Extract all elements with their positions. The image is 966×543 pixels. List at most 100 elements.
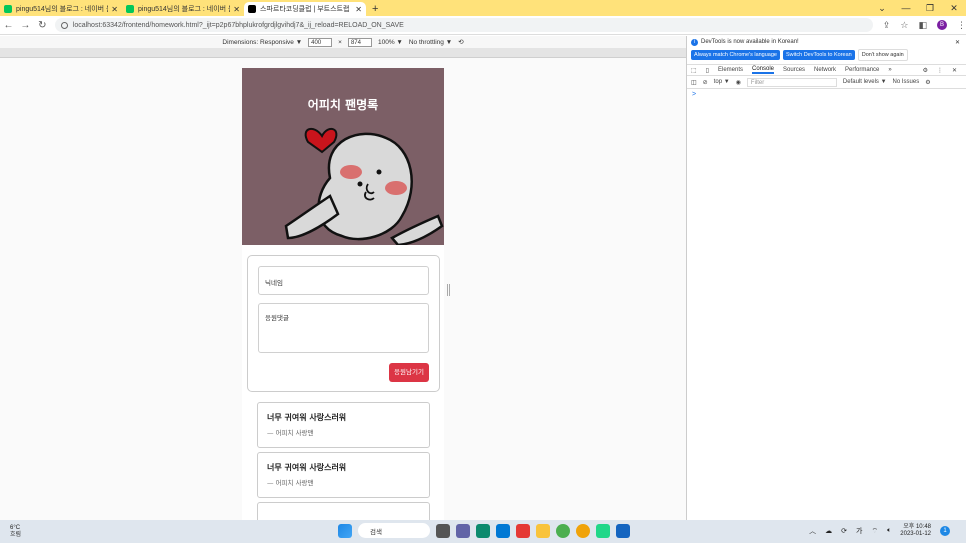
switch-korean-button[interactable]: Switch DevTools to Korean — [782, 50, 855, 60]
close-window-icon[interactable]: ✕ — [942, 3, 966, 14]
emulated-viewport: 어피치 팬명록 닉네임 응원댓글 응원남기기 너무 귀여워 사랑스러워 — 어피… — [242, 68, 444, 520]
menu-icon[interactable]: ⋮ — [937, 67, 943, 74]
reload-icon[interactable]: ↻ — [34, 20, 51, 31]
issues-button[interactable]: No Issues — [893, 79, 920, 85]
levels-select[interactable]: Default levels ▼ — [843, 79, 887, 85]
volume-icon[interactable]: 🔈︎ — [887, 527, 891, 535]
cloud-icon[interactable]: ☁ — [825, 527, 832, 535]
clock[interactable]: 오후 10:48 2023-01-12 — [900, 524, 931, 538]
context-select[interactable]: top ▼ — [714, 79, 730, 85]
sparta-favicon-icon — [248, 5, 256, 13]
filter-input[interactable]: Filter — [746, 77, 837, 87]
sync-icon[interactable]: ⟳ — [841, 527, 847, 535]
tab-console[interactable]: Console — [752, 66, 775, 74]
browser-tab-strip: pingu514님의 블로그 : 네이버 블 ✕ pingu514님의 블로그 … — [0, 0, 966, 16]
task-view-icon[interactable] — [436, 523, 450, 538]
devtools-tabs: ⬚ ▯ Elements Console Sources Network Per… — [687, 64, 966, 76]
close-icon[interactable]: ✕ — [355, 5, 362, 14]
zoom-select[interactable]: 100% ▼ — [378, 39, 403, 46]
console-prompt[interactable]: > — [687, 89, 966, 100]
gear-icon[interactable]: ⚙ — [923, 67, 928, 74]
comment-textarea[interactable]: 응원댓글 — [258, 303, 429, 353]
store-icon[interactable] — [496, 523, 510, 538]
browser-tab-3[interactable]: 스파르타코딩클럽 | 부트스트랩 ✕ — [244, 2, 366, 16]
comment-message: 너무 귀여워 사랑스러워 — [267, 412, 347, 422]
media-query-ruler — [0, 48, 686, 58]
nickname-input[interactable]: 닉네임 — [258, 266, 429, 295]
width-input[interactable]: 400 — [308, 37, 333, 47]
tab-sources[interactable]: Sources — [783, 67, 805, 73]
folder-icon[interactable] — [536, 523, 550, 538]
naver-blog-favicon-icon — [126, 5, 134, 13]
gear-icon[interactable]: ⚙ — [925, 79, 930, 86]
avatar[interactable]: B — [937, 20, 948, 30]
throttle-select[interactable]: No throttling ▼ — [409, 39, 452, 46]
chevron-up-icon[interactable]: ︿ — [809, 526, 816, 536]
wifi-icon[interactable]: ⌔ — [872, 527, 879, 536]
chrome-icon[interactable] — [556, 523, 570, 538]
clear-icon[interactable]: ⊘ — [703, 79, 708, 86]
side-panel-icon[interactable]: ◧ — [919, 20, 928, 31]
console-toolbar: ◫ ⊘ top ▼ ◉ Filter Default levels ▼ No I… — [687, 76, 966, 89]
weather-temp: 6°C — [10, 524, 21, 531]
devtools-info-bar: i DevTools is now available in Korean! ✕ — [687, 36, 966, 48]
device-toolbar: Dimensions: Responsive ▼ 400 × 874 100% … — [0, 36, 686, 48]
tab-performance[interactable]: Performance — [845, 67, 879, 73]
search-input[interactable]: 검색 — [358, 523, 430, 538]
comment-form-card: 닉네임 응원댓글 응원남기기 — [247, 255, 440, 392]
close-icon[interactable]: ✕ — [952, 67, 957, 74]
notes-icon[interactable] — [616, 523, 630, 538]
dimensions-select[interactable]: Dimensions: Responsive ▼ — [222, 39, 302, 46]
match-language-button[interactable]: Always match Chrome's language — [691, 50, 780, 60]
browser-tab-2[interactable]: pingu514님의 블로그 : 네이버 블 ✕ — [122, 2, 244, 16]
viewport-resize-handle[interactable] — [447, 284, 450, 296]
submit-comment-button[interactable]: 응원남기기 — [389, 363, 429, 382]
search-label: 검색 — [370, 528, 382, 536]
comment-message: 너무 귀여워 사랑스러워 — [267, 462, 347, 472]
share-icon[interactable]: ⇪ — [883, 20, 891, 31]
ime-indicator[interactable]: 가 — [856, 526, 862, 536]
devtools-panel: i DevTools is now available in Korean! ✕… — [686, 36, 966, 520]
tab-title: pingu514님의 블로그 : 네이버 블 — [16, 6, 109, 13]
url-bar[interactable]: localhost:63342/frontend/homework.html?_… — [54, 18, 873, 32]
minimize-icon[interactable]: — — [894, 3, 918, 13]
notification-badge[interactable]: 1 — [940, 526, 950, 536]
weather-widget[interactable]: 6°C 흐림 — [0, 525, 60, 539]
clock-time: 오후 10:48 — [903, 524, 931, 530]
naver-blog-favicon-icon — [4, 5, 12, 13]
system-tray: ︿ ☁ ⟳ 가 ⌔ 🔈︎ 오후 10:48 2023-01-12 1 — [809, 524, 950, 538]
close-icon[interactable]: ✕ — [955, 39, 960, 46]
chrome-canary-icon[interactable] — [576, 523, 590, 538]
windows-start-icon[interactable] — [338, 523, 352, 538]
address-toolbar: ← → ↻ localhost:63342/frontend/homework.… — [0, 16, 966, 35]
pycharm-icon[interactable] — [596, 523, 610, 538]
new-tab-button[interactable]: + — [372, 3, 378, 15]
close-icon[interactable]: ✕ — [111, 5, 118, 14]
tab-network[interactable]: Network — [814, 67, 836, 73]
star-icon[interactable]: ☆ — [900, 20, 908, 31]
info-icon[interactable] — [60, 21, 68, 29]
menu-icon[interactable]: ⋮ — [957, 20, 966, 31]
back-icon[interactable]: ← — [0, 20, 17, 31]
edge-icon[interactable] — [476, 523, 490, 538]
clock-date: 2023-01-12 — [900, 531, 931, 537]
browser-tab-1[interactable]: pingu514님의 블로그 : 네이버 블 ✕ — [0, 2, 122, 16]
inspect-icon[interactable]: ⬚ — [691, 67, 697, 74]
device-icon[interactable]: ▯ — [706, 67, 709, 74]
chevron-down-icon[interactable]: ⌄ — [870, 3, 894, 14]
sidebar-icon[interactable]: ◫ — [691, 79, 697, 86]
info-icon: i — [691, 38, 698, 46]
height-input[interactable]: 874 — [347, 37, 372, 47]
eye-icon[interactable]: ◉ — [736, 79, 741, 86]
tab-title: pingu514님의 블로그 : 네이버 블 — [138, 6, 231, 13]
restore-icon[interactable]: ❐ — [918, 3, 942, 14]
tab-elements[interactable]: Elements — [718, 67, 743, 73]
forward-icon[interactable]: → — [17, 20, 34, 31]
dont-show-button[interactable]: Don't show again — [857, 49, 908, 61]
close-icon[interactable]: ✕ — [233, 5, 240, 14]
chat-icon[interactable] — [456, 523, 470, 538]
more-tabs[interactable]: » — [888, 67, 891, 73]
comment-card: 너무 귀여워 사랑스러워 — 어피치 사랑맨 — [257, 402, 430, 448]
app-icon[interactable] — [516, 523, 530, 538]
rotate-icon[interactable]: ⟲ — [458, 38, 463, 46]
